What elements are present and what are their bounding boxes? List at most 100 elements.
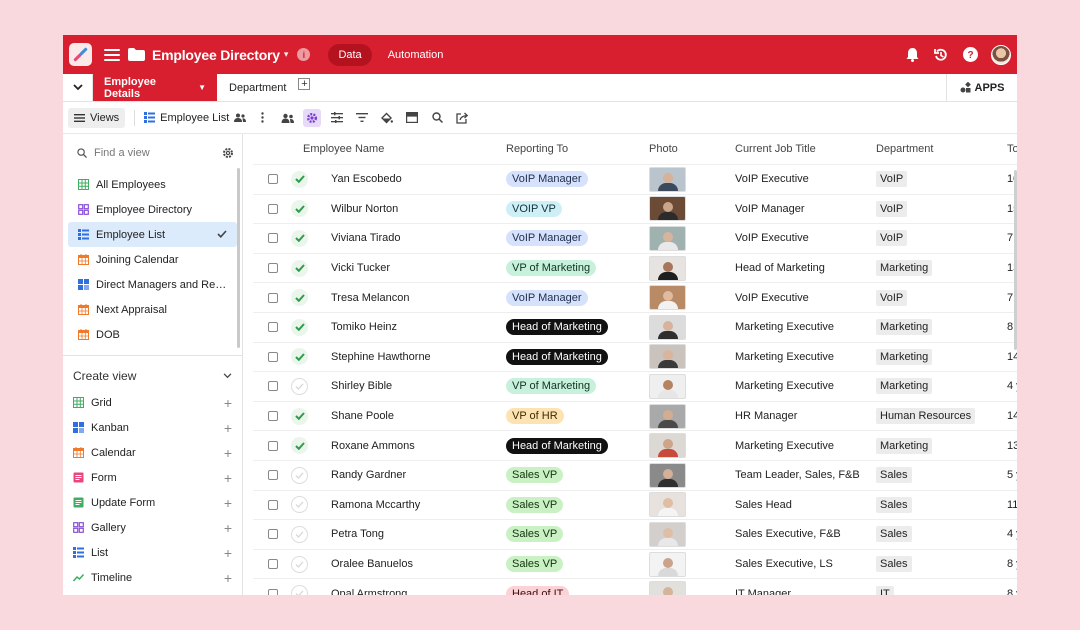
settings-icon[interactable]	[303, 108, 322, 127]
collapse-chevron-icon[interactable]	[63, 74, 93, 101]
department-tag[interactable]: Marketing	[876, 348, 933, 365]
row-checkbox[interactable]	[268, 174, 278, 185]
job-title-cell[interactable]: VoIP Executive	[735, 232, 876, 244]
employee-photo[interactable]	[649, 285, 686, 311]
department-tag[interactable]: Sales	[876, 467, 912, 484]
employee-photo[interactable]	[649, 462, 686, 488]
department-tag[interactable]: Marketing	[876, 378, 933, 395]
table-row[interactable]: Shane Poole VP of HR HR Manager Human Re…	[253, 402, 1017, 432]
job-title-cell[interactable]: Marketing Executive	[735, 380, 876, 392]
status-check-icon[interactable]	[291, 407, 308, 425]
tab-automation[interactable]: Automation	[378, 44, 454, 66]
reporting-to-tag[interactable]: VoIP Manager	[506, 230, 588, 247]
plus-icon[interactable]: +	[224, 571, 232, 585]
employee-name-cell[interactable]: Randy Gardner	[331, 469, 506, 481]
app-logo-icon[interactable]	[69, 43, 92, 66]
row-checkbox[interactable]	[268, 203, 278, 214]
reporting-to-tag[interactable]: VP of Marketing	[506, 378, 597, 395]
info-icon[interactable]: i	[297, 48, 311, 61]
total-years-cell[interactable]: 13	[1007, 440, 1017, 452]
job-title-cell[interactable]: Team Leader, Sales, F&B	[735, 469, 876, 481]
total-years-cell[interactable]: 5 year	[1007, 469, 1017, 481]
status-check-icon[interactable]	[291, 496, 308, 514]
job-title-cell[interactable]: Marketing Executive	[735, 440, 876, 452]
sidebar-view-item[interactable]: Employee List	[68, 222, 237, 247]
plus-icon[interactable]: +	[224, 521, 232, 535]
create-view-item[interactable]: Update Form +	[63, 490, 242, 515]
department-tag[interactable]: VoIP	[876, 289, 908, 306]
department-tag[interactable]: Marketing	[876, 437, 933, 454]
reporting-to-tag[interactable]: Sales VP	[506, 526, 564, 543]
gear-icon[interactable]	[222, 147, 234, 159]
table-row[interactable]: Oralee Banuelos Sales VP Sales Executive…	[253, 550, 1017, 580]
chevron-down-icon[interactable]: ▾	[284, 49, 289, 60]
status-check-icon[interactable]	[291, 377, 308, 395]
status-check-icon[interactable]	[291, 437, 308, 455]
plus-icon[interactable]: +	[224, 446, 232, 460]
employee-photo[interactable]	[649, 344, 686, 370]
row-checkbox[interactable]	[268, 351, 278, 362]
department-tag[interactable]: Marketing	[876, 260, 933, 277]
row-checkbox[interactable]	[268, 322, 278, 333]
employee-photo[interactable]	[649, 403, 686, 429]
department-tag[interactable]: VoIP	[876, 171, 908, 188]
table-row[interactable]: Shirley Bible VP of Marketing Marketing …	[253, 372, 1017, 402]
reporting-to-tag[interactable]: Head of IT	[506, 585, 570, 595]
grid-scrollbar[interactable]	[1014, 170, 1017, 350]
table-row[interactable]: Stephine Hawthorne Head of Marketing Mar…	[253, 343, 1017, 373]
total-years-cell[interactable]: 14	[1007, 351, 1017, 363]
current-view[interactable]: Employee List	[144, 112, 247, 124]
job-title-cell[interactable]: HR Manager	[735, 410, 876, 422]
employee-photo[interactable]	[649, 551, 686, 577]
reporting-to-tag[interactable]: Sales VP	[506, 556, 564, 573]
row-checkbox[interactable]	[268, 263, 278, 274]
tab-department[interactable]: Department	[217, 74, 298, 101]
create-view-item[interactable]: List +	[63, 540, 242, 565]
app-title[interactable]: Employee Directory	[152, 47, 280, 63]
create-view-header[interactable]: Create view	[63, 362, 242, 390]
table-row[interactable]: Vicki Tucker VP of Marketing Head of Mar…	[253, 254, 1017, 284]
sidebar-view-item[interactable]: Employee Directory	[68, 197, 237, 222]
caret-down-icon[interactable]: ▼	[198, 83, 206, 92]
row-checkbox[interactable]	[268, 499, 278, 510]
employee-name-cell[interactable]: Ramona Mccarthy	[331, 499, 506, 511]
job-title-cell[interactable]: Head of Marketing	[735, 262, 876, 274]
total-years-cell[interactable]: 11 year	[1007, 499, 1017, 511]
table-row[interactable]: Wilbur Norton VOIP VP VoIP Manager VoIP …	[253, 195, 1017, 225]
table-row[interactable]: Tomiko Heinz Head of Marketing Marketing…	[253, 313, 1017, 343]
status-check-icon[interactable]	[291, 348, 308, 366]
employee-name-cell[interactable]: Yan Escobedo	[331, 173, 506, 185]
employee-photo[interactable]	[649, 581, 686, 595]
table-row[interactable]: Roxane Ammons Head of Marketing Marketin…	[253, 431, 1017, 461]
plus-icon[interactable]: +	[224, 396, 232, 410]
column-header-total-years[interactable]: Total Yea	[1007, 143, 1017, 155]
column-header-department[interactable]: Department	[876, 143, 1007, 155]
job-title-cell[interactable]: Marketing Executive	[735, 351, 876, 363]
fields-icon[interactable]	[328, 109, 346, 127]
job-title-cell[interactable]: Sales Executive, F&B	[735, 528, 876, 540]
reporting-to-tag[interactable]: Sales VP	[506, 496, 564, 513]
employee-name-cell[interactable]: Stephine Hawthorne	[331, 351, 506, 363]
create-view-item[interactable]: Grid +	[63, 390, 242, 415]
table-row[interactable]: Randy Gardner Sales VP Team Leader, Sale…	[253, 461, 1017, 491]
employee-photo[interactable]	[649, 225, 686, 251]
help-icon[interactable]: ?	[962, 47, 978, 63]
status-check-icon[interactable]	[291, 555, 308, 573]
table-row[interactable]: Yan Escobedo VoIP Manager VoIP Executive…	[253, 165, 1017, 195]
department-tag[interactable]: Human Resources	[876, 408, 976, 425]
employee-name-cell[interactable]: Wilbur Norton	[331, 203, 506, 215]
column-header-reporting-to[interactable]: Reporting To	[506, 143, 649, 155]
plus-icon[interactable]: +	[224, 421, 232, 435]
employee-name-cell[interactable]: Tomiko Heinz	[331, 321, 506, 333]
status-check-icon[interactable]	[291, 229, 308, 247]
row-checkbox[interactable]	[268, 559, 278, 570]
status-check-icon[interactable]	[291, 525, 308, 543]
job-title-cell[interactable]: Sales Head	[735, 499, 876, 511]
job-title-cell[interactable]: VoIP Manager	[735, 203, 876, 215]
share-icon[interactable]	[453, 109, 471, 127]
create-view-item[interactable]: Form +	[63, 465, 242, 490]
employee-photo[interactable]	[649, 492, 686, 518]
plus-icon[interactable]: +	[224, 546, 232, 560]
reporting-to-tag[interactable]: Head of Marketing	[506, 319, 608, 336]
row-checkbox[interactable]	[268, 411, 278, 422]
